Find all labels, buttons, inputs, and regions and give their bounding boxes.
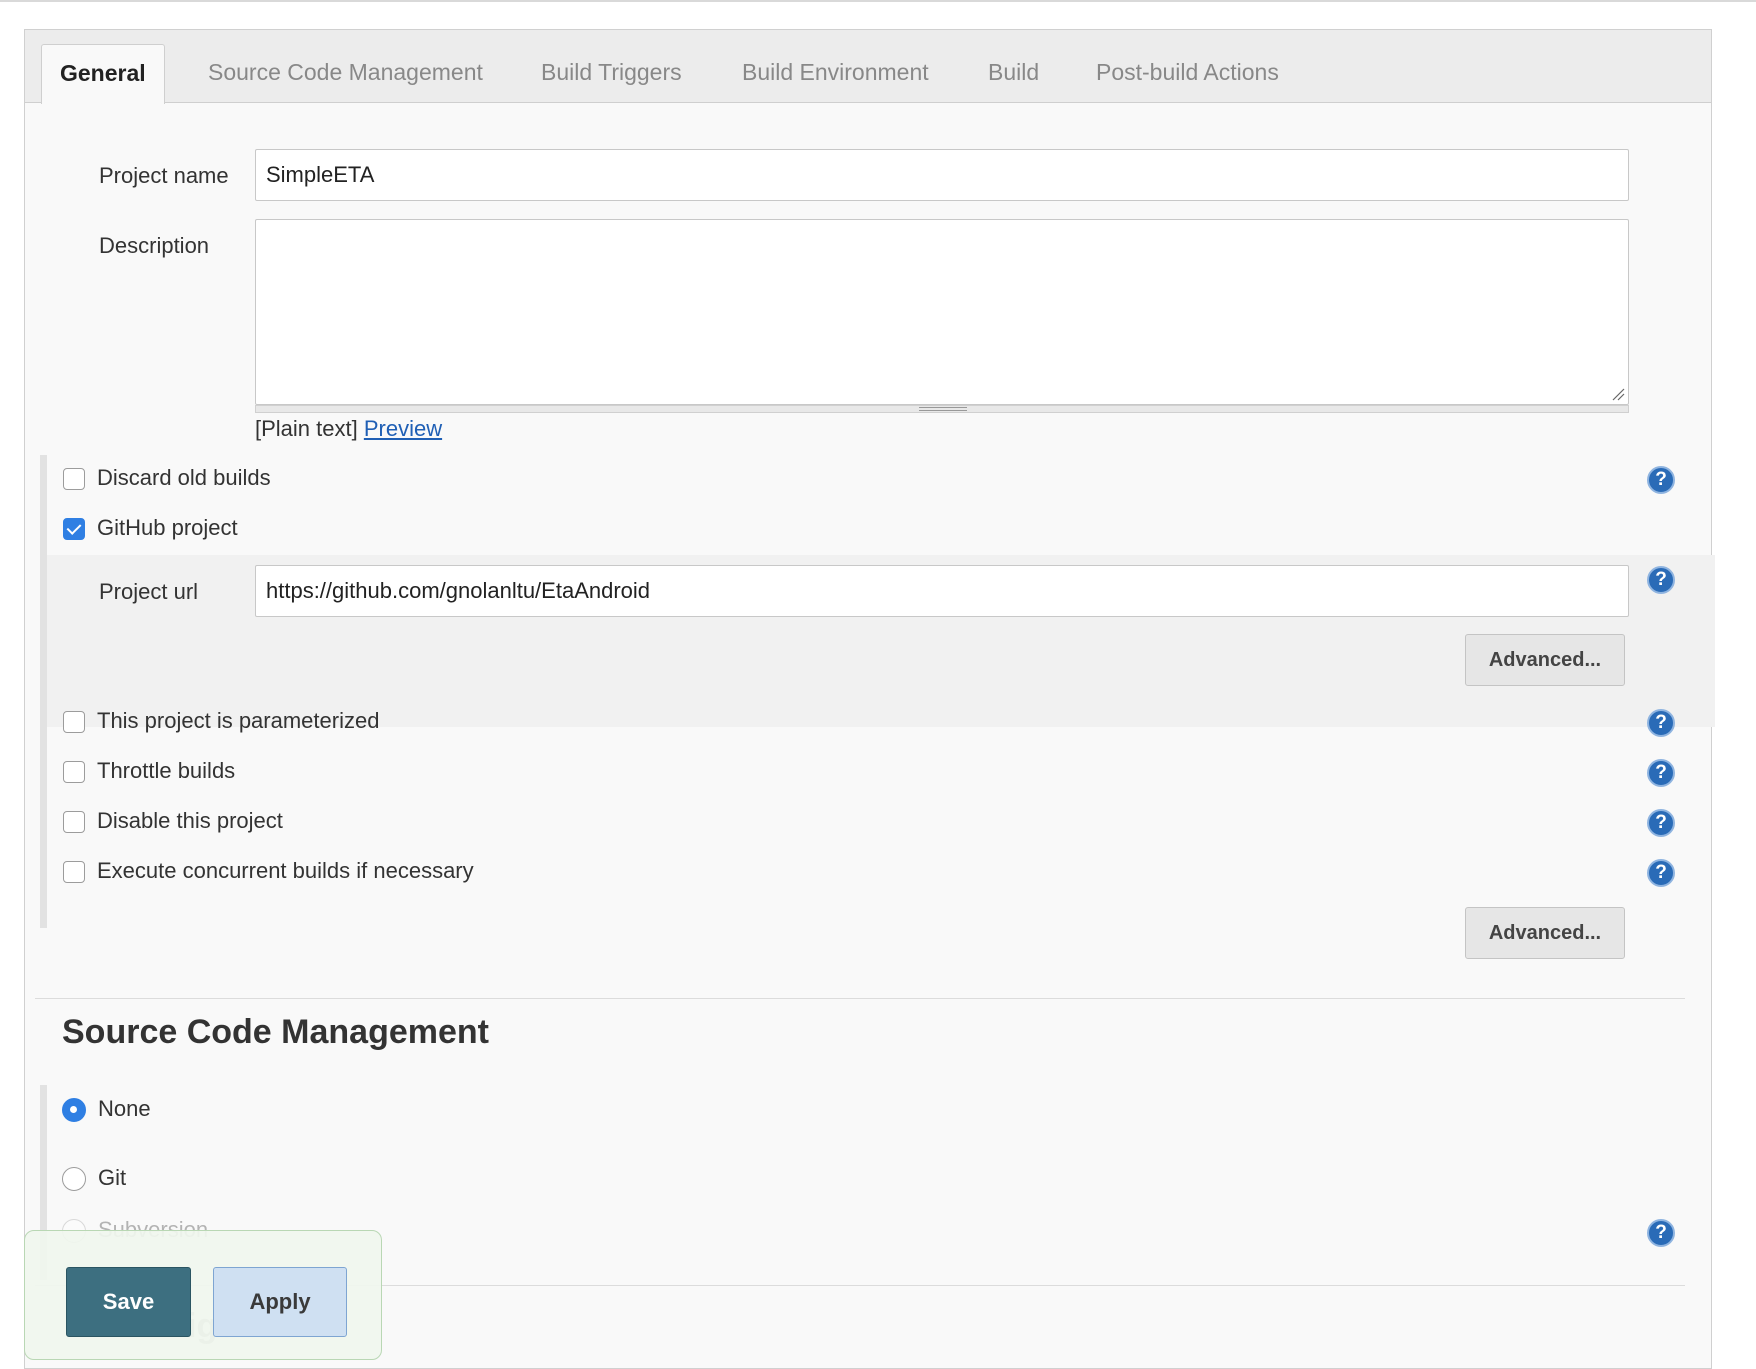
tab-bar: General Source Code Management Build Tri… (25, 30, 1711, 104)
tab-general[interactable]: General (41, 44, 165, 104)
tab-build-environment[interactable]: Build Environment (742, 44, 929, 103)
scm-git-radio[interactable] (62, 1167, 86, 1191)
project-url-input[interactable] (255, 565, 1629, 617)
description-label: Description (99, 233, 210, 258)
project-url-label: Project url (99, 579, 199, 604)
project-name-input[interactable] (255, 149, 1629, 201)
help-icon[interactable]: ? (1647, 809, 1675, 837)
plain-text-label: [Plain text] (255, 416, 358, 441)
tab-post-build-actions[interactable]: Post-build Actions (1096, 44, 1279, 103)
discard-old-builds-checkbox[interactable] (63, 468, 85, 490)
options-section-bar (40, 455, 47, 928)
parameterized-label: This project is parameterized (97, 708, 380, 733)
scm-none-radio[interactable] (62, 1098, 86, 1122)
help-icon[interactable]: ? (1647, 466, 1675, 494)
help-icon[interactable]: ? (1647, 566, 1675, 594)
project-name-label: Project name (99, 163, 229, 188)
resize-grip-icon[interactable] (1611, 387, 1625, 401)
tab-source-code-management[interactable]: Source Code Management (208, 44, 483, 103)
drag-handle-icon[interactable] (919, 407, 967, 411)
top-rule (0, 0, 1756, 2)
scm-git-label: Git (98, 1165, 127, 1190)
tab-build[interactable]: Build (988, 44, 1039, 103)
disable-project-checkbox[interactable] (63, 811, 85, 833)
help-icon[interactable]: ? (1647, 709, 1675, 737)
throttle-builds-label: Throttle builds (97, 758, 236, 783)
help-icon[interactable]: ? (1647, 1219, 1675, 1247)
disable-project-label: Disable this project (97, 808, 283, 833)
apply-button[interactable]: Apply (213, 1267, 347, 1337)
parameterized-checkbox[interactable] (63, 711, 85, 733)
concurrent-builds-label: Execute concurrent builds if necessary (97, 858, 474, 883)
discard-old-builds-label: Discard old builds (97, 465, 271, 490)
tab-build-triggers[interactable]: Build Triggers (541, 44, 682, 103)
textarea-resize-bar[interactable] (255, 405, 1629, 413)
section-divider (35, 998, 1685, 999)
help-icon[interactable]: ? (1647, 759, 1675, 787)
help-icon[interactable]: ? (1647, 859, 1675, 887)
github-project-label: GitHub project (97, 515, 238, 540)
scm-heading: Source Code Management (62, 1013, 489, 1051)
throttle-builds-checkbox[interactable] (63, 761, 85, 783)
github-project-checkbox[interactable] (63, 518, 85, 540)
config-panel: General Source Code Management Build Tri… (24, 29, 1715, 1369)
general-advanced-button[interactable]: Advanced... (1465, 907, 1625, 959)
scm-none-label: None (98, 1096, 151, 1121)
description-textarea[interactable] (255, 219, 1629, 405)
save-button[interactable]: Save (66, 1267, 191, 1337)
description-format: [Plain text] Preview (255, 416, 442, 442)
github-advanced-button[interactable]: Advanced... (1465, 634, 1625, 686)
preview-link[interactable]: Preview (364, 416, 442, 441)
concurrent-builds-checkbox[interactable] (63, 861, 85, 883)
